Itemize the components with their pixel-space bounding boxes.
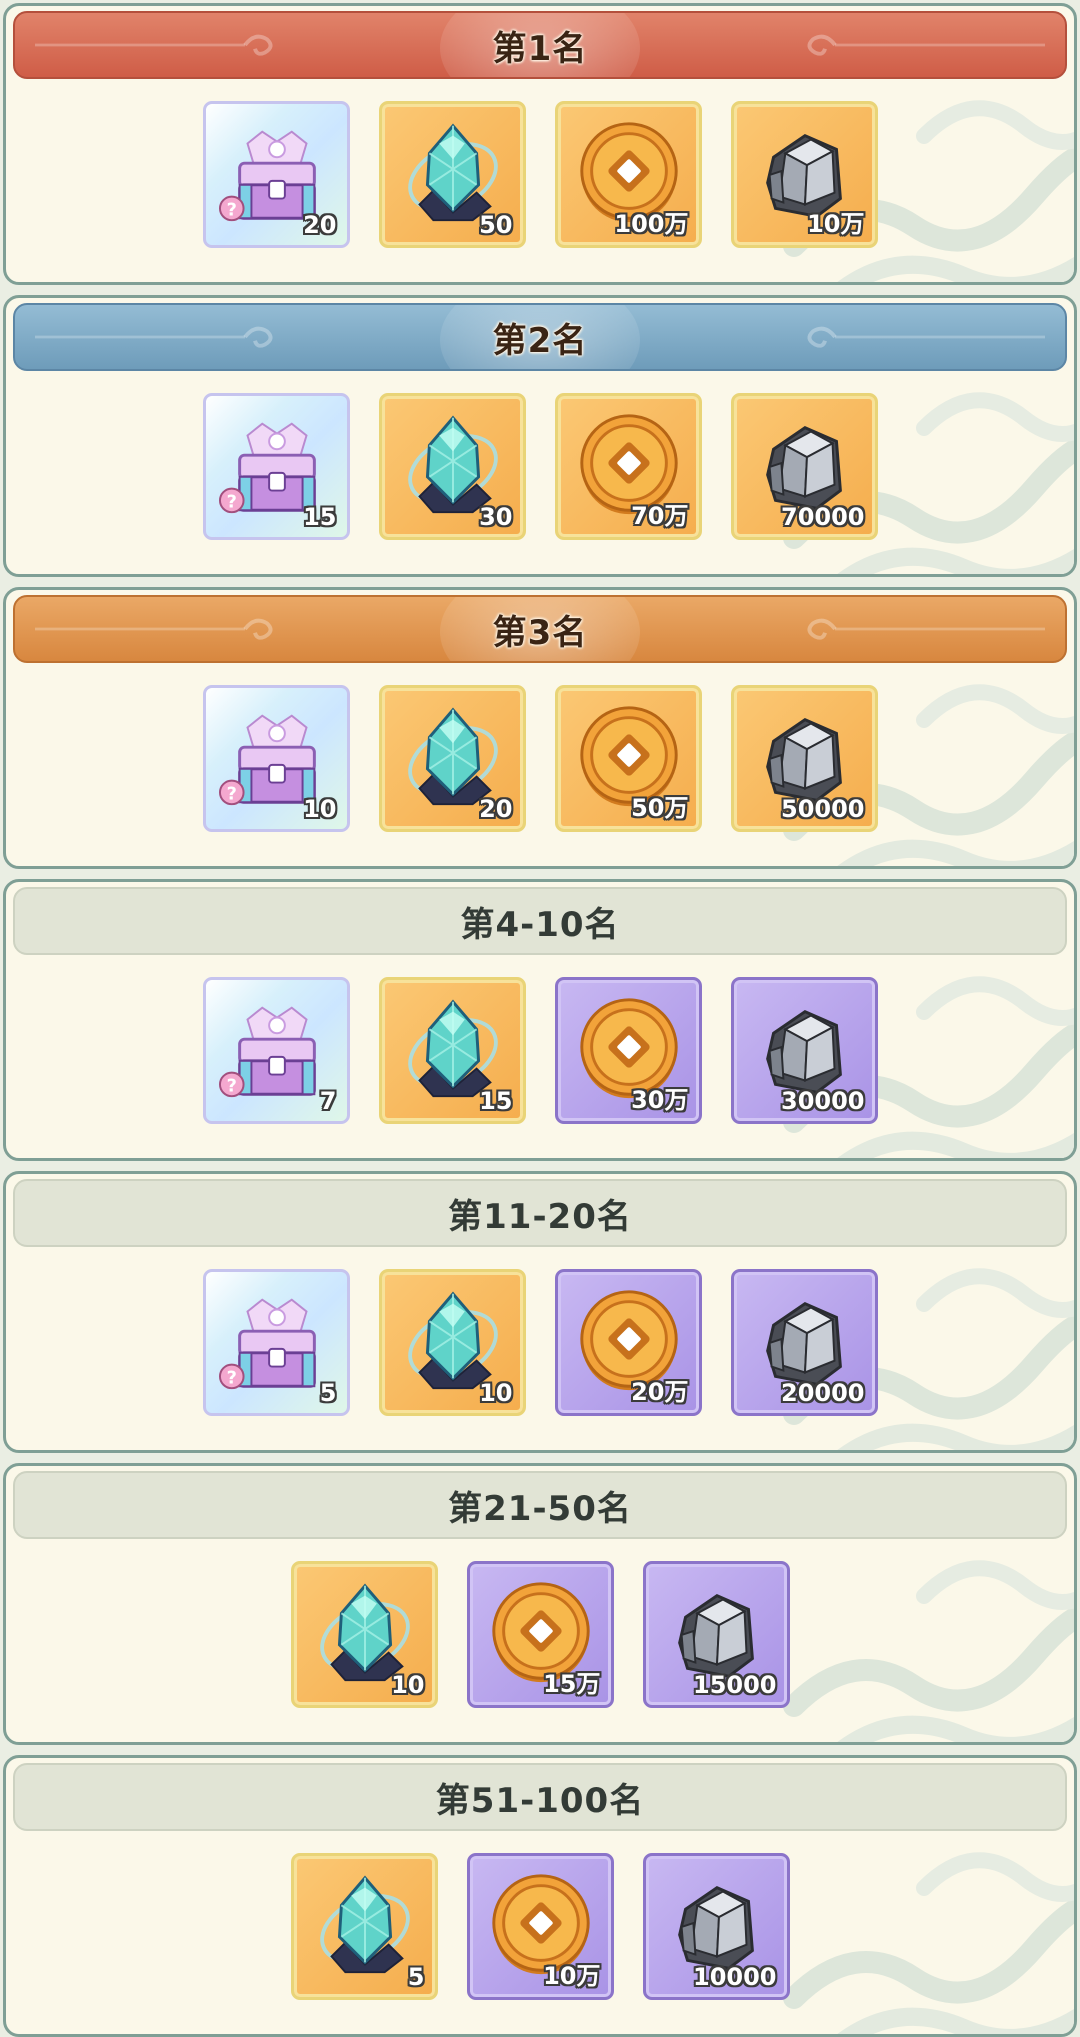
svg-text:?: ? <box>226 200 236 220</box>
reward-quantity: 15 <box>479 1087 513 1115</box>
reward-quantity: 5 <box>319 1379 337 1407</box>
svg-text:?: ? <box>226 1076 236 1096</box>
reward-quantity: 10000 <box>693 1963 777 1991</box>
reward-items-row: ? 10 20 50万 50000 <box>6 685 1074 832</box>
rank-reward-card: 第1名 ? 20 50 100万 10万 <box>3 3 1077 285</box>
rank-title: 第4-10名 <box>460 904 620 945</box>
reward-quantity: 100万 <box>614 210 689 238</box>
rank-reward-card: 第11-20名 ? 5 10 20万 20000 <box>3 1171 1077 1453</box>
reward-item-copper-coin[interactable]: 15万 <box>466 1561 614 1708</box>
cloud-scroll-icon <box>807 34 1045 56</box>
reward-quantity: 10万 <box>543 1962 601 1990</box>
reward-item-crystal-ore[interactable]: 10 <box>378 1269 526 1416</box>
reward-quantity: 30000 <box>781 1087 865 1115</box>
mystery-chest-icon: ? <box>218 1298 316 1390</box>
rank-banner: 第1名 <box>13 11 1067 79</box>
reward-item-iron-ore[interactable]: 10万 <box>730 101 878 248</box>
reward-quantity: 20000 <box>781 1379 865 1407</box>
rank-reward-card: 第4-10名 ? 7 15 30万 30000 <box>3 879 1077 1161</box>
mystery-chest-icon: ? <box>218 1006 316 1098</box>
reward-item-crystal-ore[interactable]: 50 <box>378 101 526 248</box>
reward-item-iron-ore[interactable]: 70000 <box>730 393 878 540</box>
rank-title: 第51-100名 <box>435 1780 645 1821</box>
rank-reward-card: 第21-50名 10 15万 15000 <box>3 1463 1077 1745</box>
reward-item-mystery-chest[interactable]: ? 15 <box>202 393 350 540</box>
rank-reward-card: 第3名 ? 10 20 50万 50000 <box>3 587 1077 869</box>
reward-items-row: 5 10万 10000 <box>6 1853 1074 2000</box>
reward-quantity: 15万 <box>543 1670 601 1698</box>
rank-banner: 第3名 <box>13 595 1067 663</box>
cloud-scroll-icon <box>807 326 1045 348</box>
cloud-scroll-icon <box>35 618 273 640</box>
reward-quantity: 7 <box>319 1087 337 1115</box>
cloud-scroll-icon <box>35 326 273 348</box>
cloud-scroll-icon <box>35 34 273 56</box>
reward-item-copper-coin[interactable]: 30万 <box>554 977 702 1124</box>
rank-title: 第21-50名 <box>448 1488 632 1529</box>
reward-item-copper-coin[interactable]: 10万 <box>466 1853 614 2000</box>
reward-item-mystery-chest[interactable]: ? 10 <box>202 685 350 832</box>
rank-banner: 第11-20名 <box>13 1179 1067 1247</box>
reward-item-iron-ore[interactable]: 10000 <box>642 1853 790 2000</box>
reward-quantity: 50 <box>479 211 513 239</box>
reward-item-mystery-chest[interactable]: ? 20 <box>202 101 350 248</box>
reward-quantity: 30 <box>479 503 513 531</box>
reward-items-row: ? 5 10 20万 20000 <box>6 1269 1074 1416</box>
reward-item-copper-coin[interactable]: 20万 <box>554 1269 702 1416</box>
reward-quantity: 10 <box>479 1379 513 1407</box>
rank-banner: 第51-100名 <box>13 1763 1067 1831</box>
reward-item-crystal-ore[interactable]: 30 <box>378 393 526 540</box>
rank-banner: 第2名 <box>13 303 1067 371</box>
reward-quantity: 20 <box>479 795 513 823</box>
reward-item-iron-ore[interactable]: 50000 <box>730 685 878 832</box>
rank-title: 第2名 <box>492 320 588 361</box>
reward-item-iron-ore[interactable]: 15000 <box>642 1561 790 1708</box>
reward-quantity: 70000 <box>781 503 865 531</box>
cloud-scroll-icon <box>807 618 1045 640</box>
reward-items-row: ? 15 30 70万 70000 <box>6 393 1074 540</box>
reward-item-iron-ore[interactable]: 30000 <box>730 977 878 1124</box>
svg-text:?: ? <box>226 784 236 804</box>
reward-item-mystery-chest[interactable]: ? 7 <box>202 977 350 1124</box>
reward-list: 第1名 ? 20 50 100万 10万 第2名 ? 15 30 70万 700… <box>0 0 1080 2037</box>
reward-quantity: 50万 <box>631 794 689 822</box>
rank-reward-card: 第2名 ? 15 30 70万 70000 <box>3 295 1077 577</box>
reward-item-crystal-ore[interactable]: 10 <box>290 1561 438 1708</box>
svg-text:?: ? <box>226 492 236 512</box>
svg-text:?: ? <box>226 1368 236 1388</box>
reward-items-row: ? 7 15 30万 30000 <box>6 977 1074 1124</box>
rank-title: 第11-20名 <box>448 1196 632 1237</box>
reward-quantity: 30万 <box>631 1086 689 1114</box>
reward-items-row: ? 20 50 100万 10万 <box>6 101 1074 248</box>
reward-item-copper-coin[interactable]: 70万 <box>554 393 702 540</box>
reward-items-row: 10 15万 15000 <box>6 1561 1074 1708</box>
reward-item-crystal-ore[interactable]: 20 <box>378 685 526 832</box>
reward-quantity: 70万 <box>631 502 689 530</box>
rank-banner: 第4-10名 <box>13 887 1067 955</box>
rank-title: 第1名 <box>492 28 588 69</box>
reward-item-crystal-ore[interactable]: 5 <box>290 1853 438 2000</box>
reward-quantity: 10 <box>391 1671 425 1699</box>
reward-quantity: 10万 <box>807 210 865 238</box>
reward-item-crystal-ore[interactable]: 15 <box>378 977 526 1124</box>
rank-reward-card: 第51-100名 5 10万 10000 <box>3 1755 1077 2037</box>
reward-quantity: 5 <box>407 1963 425 1991</box>
reward-quantity: 50000 <box>781 795 865 823</box>
reward-quantity: 20万 <box>631 1378 689 1406</box>
rank-title: 第3名 <box>492 612 588 653</box>
reward-quantity: 15 <box>303 503 337 531</box>
reward-quantity: 20 <box>303 211 337 239</box>
reward-quantity: 10 <box>303 795 337 823</box>
crystal-ore-icon <box>319 1875 410 1974</box>
reward-item-iron-ore[interactable]: 20000 <box>730 1269 878 1416</box>
reward-quantity: 15000 <box>693 1671 777 1699</box>
rank-banner: 第21-50名 <box>13 1471 1067 1539</box>
reward-item-copper-coin[interactable]: 100万 <box>554 101 702 248</box>
reward-item-copper-coin[interactable]: 50万 <box>554 685 702 832</box>
reward-item-mystery-chest[interactable]: ? 5 <box>202 1269 350 1416</box>
